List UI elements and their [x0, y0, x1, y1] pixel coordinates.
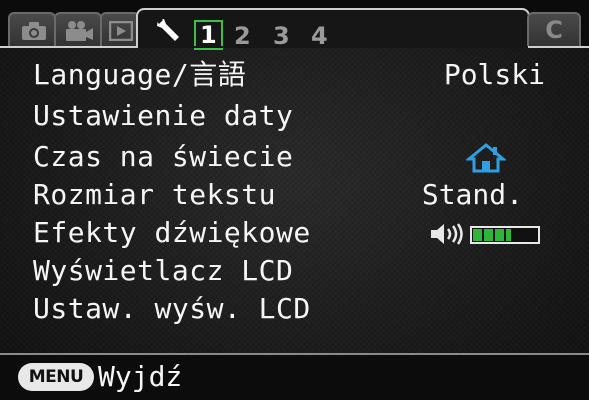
- tab-setup[interactable]: 1 2 3 4: [136, 8, 530, 50]
- tab-playback[interactable]: [100, 12, 140, 46]
- exit-label: Wyjdź: [98, 360, 183, 393]
- menu-item-label: Czas na świecie: [33, 140, 294, 173]
- menu-item-lcd-settings[interactable]: Ustaw. wyśw. LCD: [0, 290, 589, 328]
- tab-video[interactable]: [54, 12, 102, 46]
- menu-item-date-setting[interactable]: Ustawienie daty: [0, 97, 589, 135]
- menu-item-sound-effects[interactable]: Efekty dźwiękowe: [0, 214, 589, 252]
- video-camera-icon: [66, 21, 93, 41]
- menu-tab-bar: 1 2 3 4 C: [0, 0, 589, 50]
- footer-bar: MENU Wyjdź: [0, 355, 589, 400]
- tab-custom-label: C: [545, 16, 563, 44]
- menu-item-label: Wyświetlacz LCD: [33, 254, 294, 287]
- menu-item-language[interactable]: Language/言語 Polski: [0, 56, 589, 94]
- menu-button[interactable]: MENU: [18, 363, 94, 391]
- menu-item-label: Rozmiar tekstu: [33, 178, 277, 211]
- tab-camera[interactable]: [8, 12, 56, 46]
- menu-item-text-size[interactable]: Rozmiar tekstu Stand.: [0, 176, 589, 214]
- volume-level-fill: [473, 229, 512, 241]
- playback-icon: [109, 21, 133, 41]
- menu-item-value: Polski: [443, 58, 545, 91]
- menu-item-label: Language/言語: [33, 58, 247, 91]
- menu-item-world-time[interactable]: Czas na świecie: [0, 138, 589, 176]
- menu-item-value: Stand.: [421, 178, 523, 211]
- volume-indicator: [430, 222, 540, 246]
- tab-underline-gap: [138, 46, 528, 48]
- tab-custom[interactable]: C: [527, 12, 581, 46]
- volume-level-bar: [470, 226, 540, 244]
- speaker-icon: [431, 223, 463, 245]
- menu-item-label: Efekty dźwiękowe: [33, 216, 311, 249]
- menu-item-label: Ustaw. wyśw. LCD: [33, 292, 311, 325]
- wrench-icon: [156, 18, 179, 41]
- camera-setup-screen: 1 2 3 4 C Language/言語 Polski Ustawienie …: [0, 0, 589, 400]
- camera-icon: [22, 22, 46, 40]
- home-icon: [466, 143, 506, 173]
- menu-item-lcd-display[interactable]: Wyświetlacz LCD: [0, 252, 589, 290]
- menu-item-label: Ustawienie daty: [33, 99, 294, 132]
